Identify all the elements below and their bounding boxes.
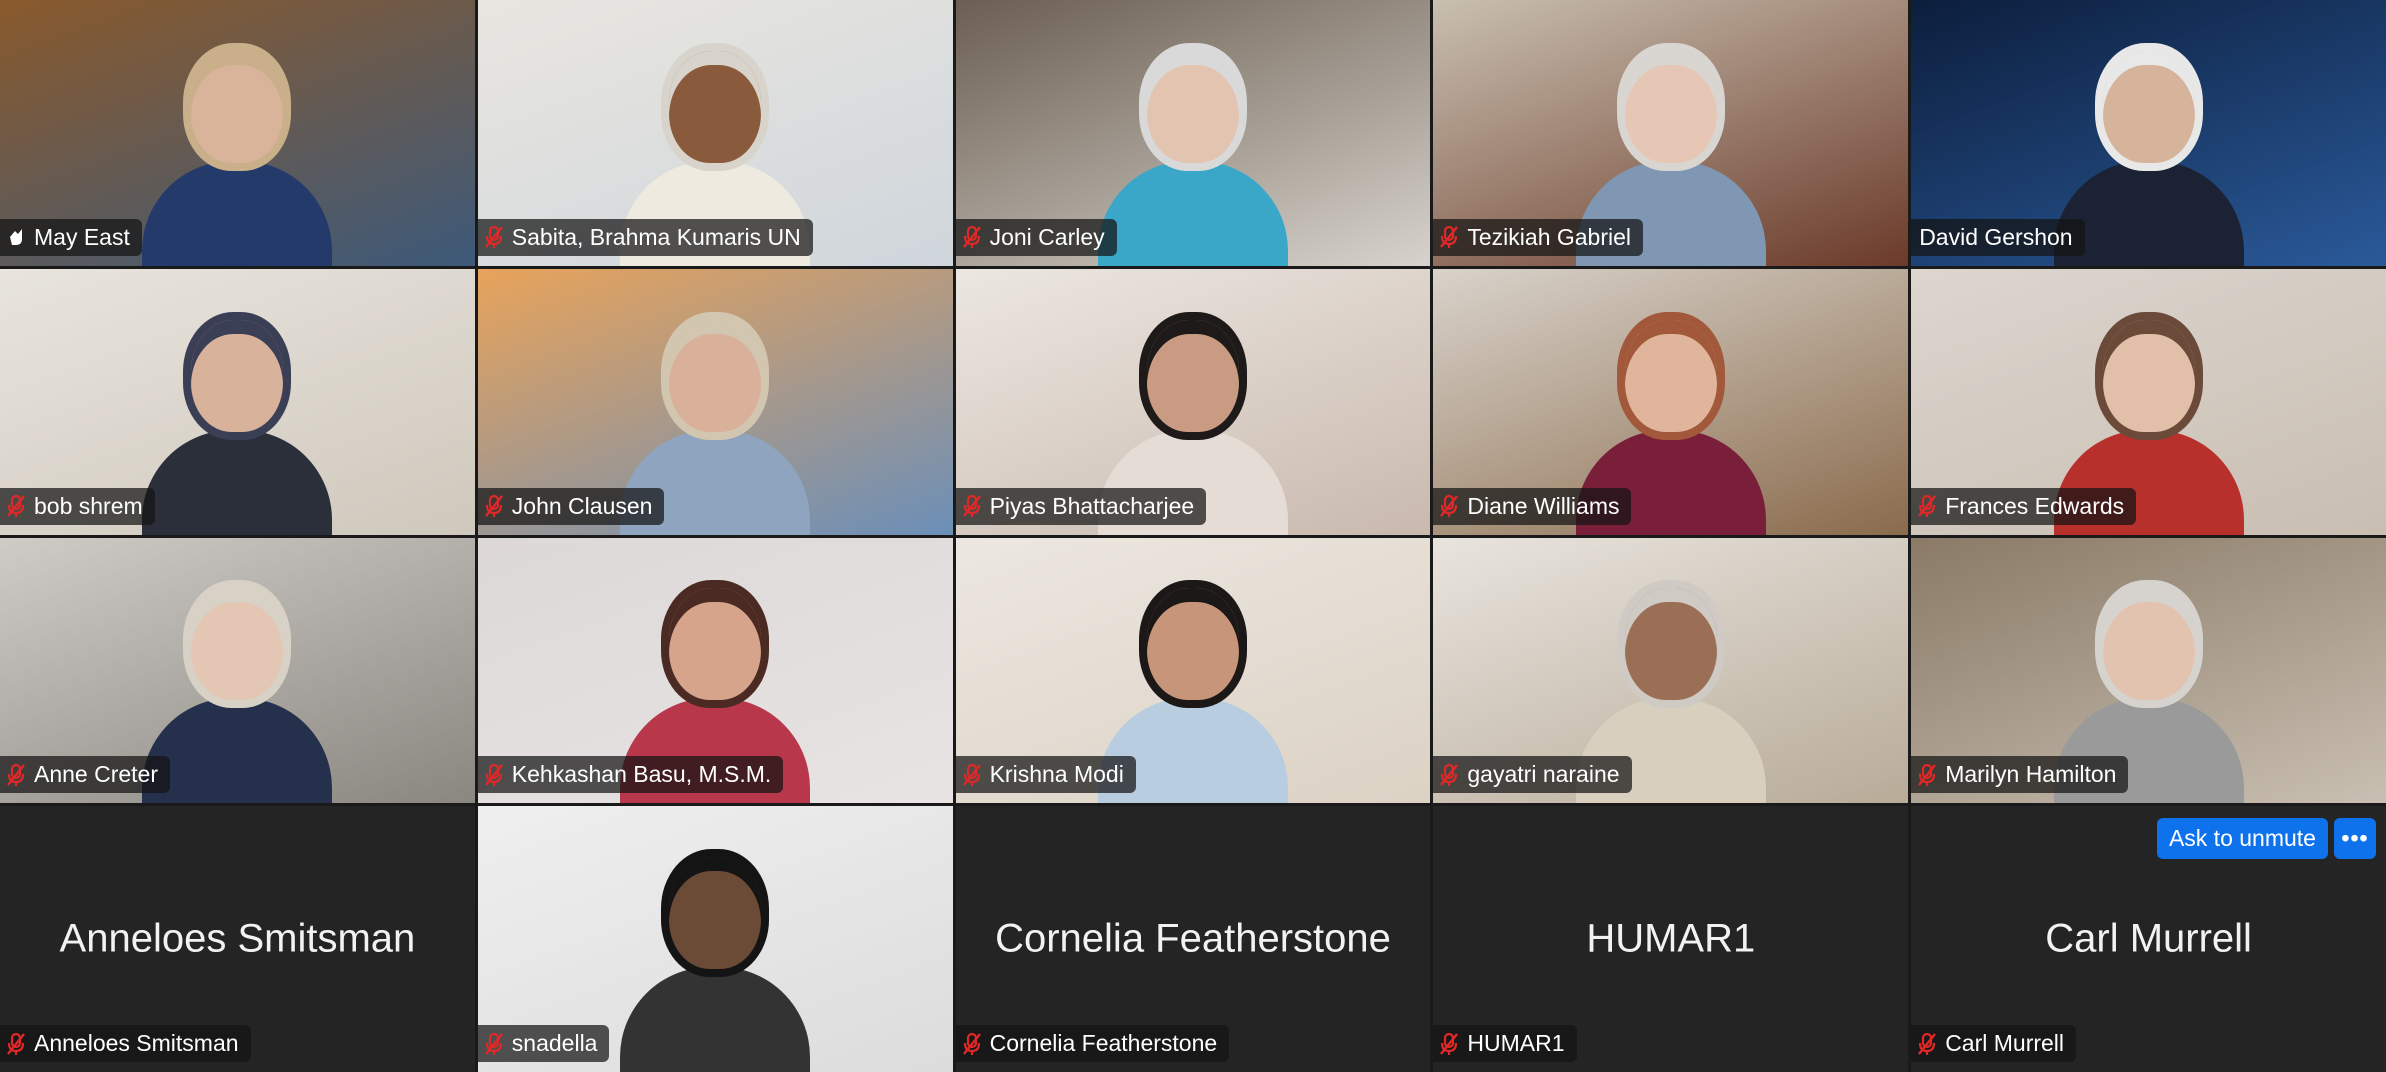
mic-muted-icon [1918, 494, 1937, 517]
name-tag: gayatri naraine [1433, 756, 1632, 794]
mic-muted-icon [962, 226, 981, 249]
name-tag: Marilyn Hamilton [1911, 756, 2129, 794]
participant-tile[interactable]: Anne Creter [0, 537, 475, 804]
mic-muted-icon [1440, 1032, 1459, 1055]
participant-display-name: Carl Murrell [2045, 916, 2252, 961]
name-tag: Sabita, Brahma Kumaris UN [477, 218, 813, 256]
name-tag: Cornelia Featherstone [955, 1025, 1230, 1062]
participant-name: Diane Williams [1467, 492, 1620, 519]
participant-display-name: Anneloes Smitsman [59, 916, 416, 961]
name-tag: May East [0, 218, 142, 256]
mic-muted-icon [7, 763, 25, 786]
participant-tile[interactable]: David Gershon [1911, 0, 2386, 266]
mic-muted-icon [1440, 226, 1459, 249]
name-tag: bob shrem [0, 487, 155, 525]
participant-name: HUMAR1 [1467, 1030, 1565, 1056]
participant-tile[interactable]: Diane Williams [1433, 268, 1909, 535]
participant-name: Piyas Bhattacharjee [989, 492, 1195, 519]
name-tag: Anneloes Smitsman [0, 1025, 251, 1062]
name-tag: Tezikiah Gabriel [1433, 218, 1644, 256]
mic-muted-icon [962, 763, 981, 786]
participant-tile[interactable]: Cornelia Featherstone Cornelia Feathersto… [955, 806, 1431, 1072]
participant-name: snadella [511, 1030, 598, 1056]
participant-tile[interactable]: Marilyn Hamilton [1911, 537, 2386, 804]
name-tag: HUMAR1 [1433, 1025, 1577, 1062]
participant-name: John Clausen [511, 492, 653, 519]
participant-silhouette [142, 319, 333, 535]
mic-muted-icon [1918, 763, 1937, 786]
participant-tile[interactable]: snadella [477, 806, 953, 1072]
participant-tile[interactable]: HUMAR1 HUMAR1 [1433, 806, 1909, 1072]
mic-muted-icon [1918, 1032, 1937, 1055]
participant-name: Krishna Modi [989, 761, 1124, 788]
participant-name: gayatri naraine [1467, 761, 1620, 788]
participant-name: Anneloes Smitsman [34, 1030, 239, 1056]
ask-to-unmute-button[interactable]: Ask to unmute [2156, 818, 2328, 860]
name-tag: Joni Carley [955, 218, 1117, 256]
name-tag: David Gershon [1911, 218, 2085, 256]
participant-silhouette [620, 857, 811, 1072]
participant-name: bob shrem [34, 492, 143, 519]
participant-tile[interactable]: Sabita, Brahma Kumaris UN [477, 0, 953, 266]
mic-muted-icon [1440, 494, 1459, 517]
participant-name: Tezikiah Gabriel [1467, 223, 1632, 250]
name-tag: Anne Creter [0, 756, 171, 794]
participant-silhouette [1097, 50, 1288, 266]
participant-name: Kehkashan Basu, M.S.M. [511, 761, 772, 788]
mic-muted-icon [484, 763, 503, 786]
mic-muted-icon [1440, 763, 1459, 786]
name-tag: snadella [477, 1025, 610, 1062]
participant-display-name: Cornelia Featherstone [995, 916, 1391, 961]
participant-display-name: HUMAR1 [1586, 916, 1756, 961]
participant-tile[interactable]: Kehkashan Basu, M.S.M. [477, 537, 953, 804]
participant-tile[interactable]: bob shrem [0, 268, 475, 535]
name-tag: Kehkashan Basu, M.S.M. [477, 756, 784, 794]
mic-muted-icon [962, 1032, 981, 1055]
mic-muted-icon [962, 494, 981, 517]
participant-tile[interactable]: John Clausen [477, 268, 953, 535]
name-tag: Piyas Bhattacharjee [955, 487, 1207, 525]
participant-tile[interactable]: gayatri naraine [1433, 537, 1909, 804]
participant-name: Marilyn Hamilton [1945, 761, 2117, 788]
name-tag: Krishna Modi [955, 756, 1136, 794]
mic-muted-icon [7, 1032, 25, 1055]
name-tag: Diane Williams [1433, 487, 1632, 525]
mic-muted-icon [484, 226, 503, 249]
participant-tile[interactable]: Carl Murrell Carl Murrell Ask to unmute ••• [1911, 806, 2386, 1072]
gallery-view: May East Sabita, Brahma Kumaris UN Joni Ca… [0, 0, 2386, 1072]
participant-name: Joni Carley [989, 223, 1105, 250]
participant-name: David Gershon [1919, 223, 2073, 250]
participant-tile[interactable]: Anneloes Smitsman Anneloes Smitsman [0, 806, 475, 1072]
mic-muted-icon [7, 494, 25, 517]
tile-actions: Ask to unmute ••• [2156, 818, 2376, 860]
more-options-button[interactable]: ••• [2333, 818, 2376, 860]
participant-silhouette [142, 50, 333, 266]
participant-name: Sabita, Brahma Kumaris UN [511, 223, 801, 250]
audio-indicator-icon [10, 229, 22, 246]
participant-tile[interactable]: Krishna Modi [955, 537, 1431, 804]
mic-muted-icon [484, 494, 503, 517]
participant-tile[interactable]: Tezikiah Gabriel [1433, 0, 1909, 266]
name-tag: John Clausen [477, 487, 665, 525]
participant-name: Anne Creter [34, 761, 159, 788]
participant-name: Frances Edwards [1945, 492, 2125, 519]
name-tag: Carl Murrell [1911, 1025, 2077, 1062]
participant-tile[interactable]: Joni Carley [955, 0, 1431, 266]
participant-silhouette [142, 588, 333, 804]
participant-name: May East [34, 223, 130, 250]
participant-name: Cornelia Featherstone [989, 1030, 1218, 1056]
name-tag: Frances Edwards [1911, 487, 2137, 525]
participant-tile[interactable]: Piyas Bhattacharjee [955, 268, 1431, 535]
participant-tile[interactable]: Frances Edwards [1911, 268, 2386, 535]
participant-tile[interactable]: May East [0, 0, 475, 266]
mic-muted-icon [484, 1032, 503, 1055]
participant-name: Carl Murrell [1945, 1030, 2065, 1056]
